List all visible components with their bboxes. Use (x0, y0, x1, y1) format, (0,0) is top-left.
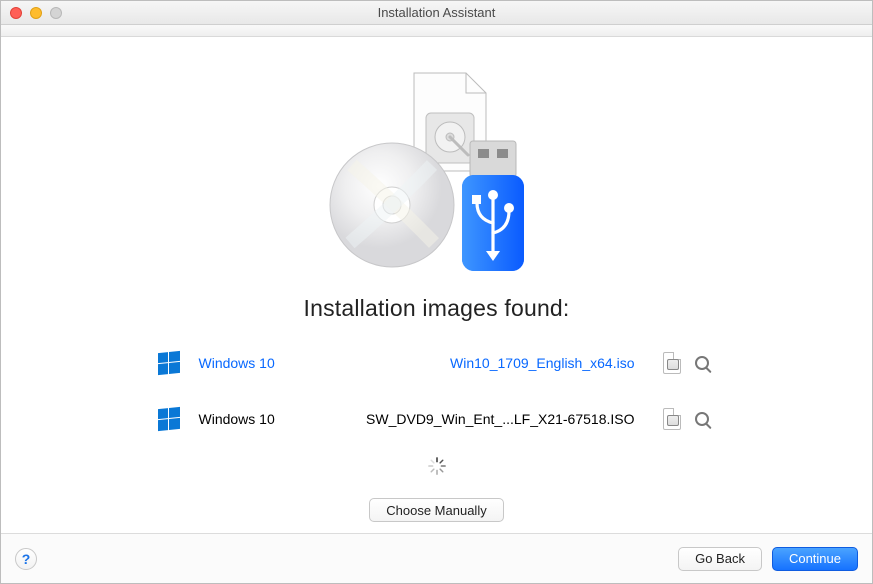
close-icon[interactable] (10, 7, 22, 19)
reveal-in-finder-button[interactable] (687, 356, 717, 370)
maximize-icon (50, 7, 62, 19)
iso-file-icon (657, 352, 687, 374)
footer: ? Go Back Continue (1, 533, 872, 583)
toolbar-strip (1, 25, 872, 37)
os-name: Windows 10 (181, 355, 296, 371)
content-area: Installation images found: Windows 10 Wi… (1, 37, 872, 533)
installation-assistant-window: Installation Assistant (0, 0, 873, 584)
image-row[interactable]: Windows 10 Win10_1709_English_x64.iso (157, 344, 717, 382)
windows-logo-icon (157, 408, 181, 430)
image-row[interactable]: Windows 10 SW_DVD9_Win_Ent_...LF_X21-675… (157, 400, 717, 438)
media-illustration (1, 65, 872, 275)
help-button[interactable]: ? (15, 548, 37, 570)
spinner-icon (427, 456, 447, 476)
titlebar: Installation Assistant (1, 1, 872, 25)
minimize-icon[interactable] (30, 7, 42, 19)
reveal-in-finder-button[interactable] (687, 412, 717, 426)
installation-image-list: Windows 10 Win10_1709_English_x64.iso Wi… (157, 344, 717, 476)
continue-button[interactable]: Continue (772, 547, 858, 571)
windows-logo-icon (157, 352, 181, 374)
iso-file-icon (657, 408, 687, 430)
file-name: SW_DVD9_Win_Ent_...LF_X21-67518.ISO (296, 411, 657, 427)
os-name: Windows 10 (181, 411, 296, 427)
file-name: Win10_1709_English_x64.iso (296, 355, 657, 371)
window-controls (10, 7, 62, 19)
go-back-button[interactable]: Go Back (678, 547, 762, 571)
window-title: Installation Assistant (1, 5, 872, 20)
heading: Installation images found: (1, 295, 872, 322)
choose-manually-button[interactable]: Choose Manually (369, 498, 503, 522)
